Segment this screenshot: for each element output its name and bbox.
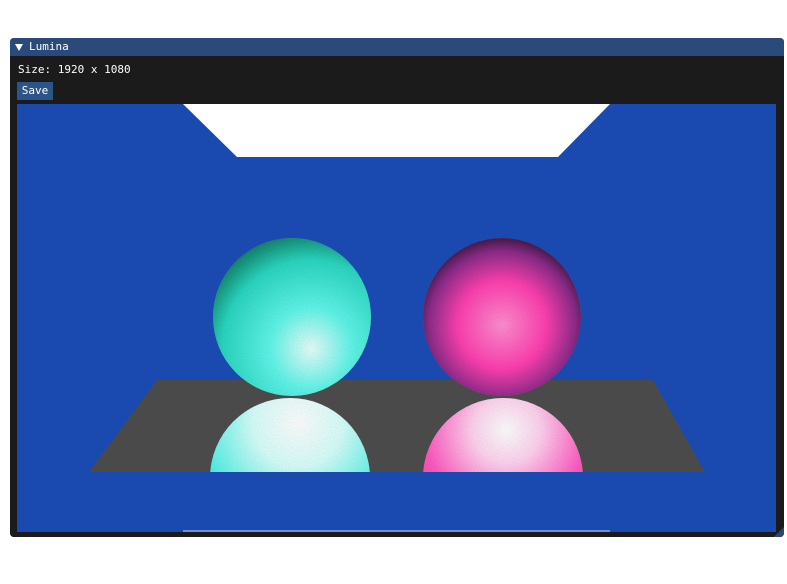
floor-plane	[89, 380, 705, 472]
window-content: Size: 1920 x 1080 Save	[10, 56, 784, 537]
window-title-bar[interactable]: Lumina	[10, 38, 784, 56]
collapse-arrow-icon[interactable]	[15, 43, 23, 51]
magenta-sphere	[423, 238, 581, 396]
image-size-label: Size: 1920 x 1080	[18, 63, 131, 76]
rendered-image	[17, 104, 776, 532]
lumina-window: Lumina Size: 1920 x 1080 Save	[10, 38, 784, 537]
window-title: Lumina	[29, 40, 69, 53]
cyan-sphere	[213, 238, 371, 396]
resize-grip[interactable]	[774, 527, 784, 537]
render-scene	[17, 104, 776, 532]
save-button[interactable]: Save	[17, 82, 53, 100]
ceiling-light	[183, 104, 610, 157]
